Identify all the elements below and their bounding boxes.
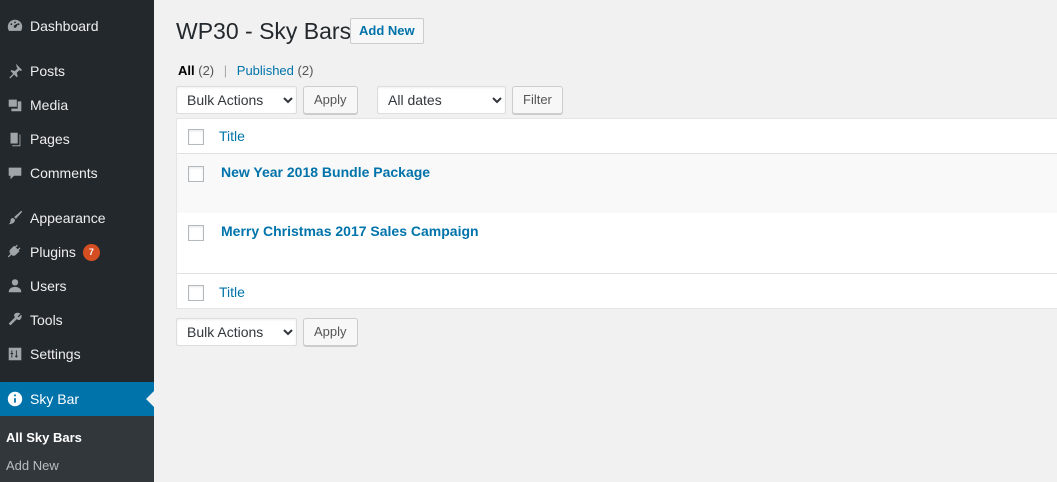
row-checkbox[interactable] <box>188 225 204 241</box>
view-published-link[interactable]: Published <box>237 63 294 78</box>
bulk-actions-select-top[interactable]: Bulk Actions <box>176 86 297 114</box>
table-footer-row: Title <box>177 273 1057 309</box>
menu-item-tools[interactable]: Tools <box>0 305 154 335</box>
filter-button[interactable]: Filter <box>512 86 563 114</box>
apply-button-bottom[interactable]: Apply <box>303 318 358 346</box>
menu-item-dashboard[interactable]: Dashboard <box>0 11 154 41</box>
menu-item-pages[interactable]: Pages <box>0 124 154 154</box>
wrench-icon <box>0 311 30 329</box>
select-all-checkbox-bottom[interactable] <box>188 285 204 301</box>
title-column-header[interactable]: Title <box>219 128 245 144</box>
row-title-link[interactable]: New Year 2018 Bundle Package <box>221 164 430 180</box>
table-header-row: Title <box>177 119 1057 154</box>
select-all-checkbox-top[interactable] <box>188 129 204 145</box>
menu-label: Comments <box>30 165 98 181</box>
menu-label: Dashboard <box>30 18 99 34</box>
bulk-actions-select-bottom[interactable]: Bulk Actions <box>176 318 297 346</box>
menu-label: Pages <box>30 131 70 147</box>
view-separator: | <box>223 63 228 78</box>
menu-item-sky-bar[interactable]: Sky Bar <box>0 382 154 416</box>
menu-label: Users <box>30 278 67 294</box>
menu-label: Plugins <box>30 244 76 260</box>
apply-button-top[interactable]: Apply <box>303 86 358 114</box>
menu-label: Appearance <box>30 210 106 226</box>
menu-item-posts[interactable]: Posts <box>0 56 154 86</box>
plug-icon <box>0 243 30 261</box>
settings-icon <box>0 345 30 363</box>
post-status-views: All (2) | Published (2) <box>178 63 313 78</box>
date-filter-select[interactable]: All dates <box>377 86 506 114</box>
paintbrush-icon <box>0 209 30 227</box>
posts-list-table: Title New Year 2018 Bundle Package Merry… <box>176 118 1057 309</box>
admin-sidebar: Dashboard Posts Media Pages Comments App… <box>0 0 154 482</box>
menu-item-plugins[interactable]: Plugins 7 <box>0 237 154 267</box>
menu-item-settings[interactable]: Settings <box>0 339 154 369</box>
view-published-count: (2) <box>297 63 314 78</box>
plugins-update-badge: 7 <box>82 243 100 261</box>
add-new-button[interactable]: Add New <box>350 18 424 44</box>
menu-item-media[interactable]: Media <box>0 90 154 120</box>
main-content: WP30 - Sky Bars Add New All (2) | Publis… <box>176 0 1057 482</box>
menu-label: Settings <box>30 346 81 362</box>
info-icon <box>0 390 30 408</box>
pin-icon <box>0 62 30 80</box>
submenu-all-sky-bars[interactable]: All Sky Bars <box>6 430 82 445</box>
user-icon <box>0 277 30 295</box>
pages-icon <box>0 130 30 148</box>
current-menu-arrow <box>146 391 154 407</box>
menu-label: Posts <box>30 63 66 79</box>
sky-bar-submenu: All Sky Bars Add New <box>0 416 154 482</box>
comment-icon <box>0 164 30 182</box>
view-all-count: (2) <box>198 63 215 78</box>
dashboard-icon <box>0 17 30 35</box>
menu-item-comments[interactable]: Comments <box>0 158 154 188</box>
media-icon <box>0 96 30 114</box>
menu-label: Tools <box>30 312 63 328</box>
menu-label: Sky Bar <box>30 391 80 407</box>
page-title: WP30 - Sky Bars <box>176 18 352 44</box>
title-column-footer[interactable]: Title <box>219 284 245 300</box>
menu-item-appearance[interactable]: Appearance <box>0 203 154 233</box>
view-all-link[interactable]: All <box>178 63 195 78</box>
row-title-link[interactable]: Merry Christmas 2017 Sales Campaign <box>221 223 479 239</box>
table-row: Merry Christmas 2017 Sales Campaign <box>177 213 1057 273</box>
menu-item-users[interactable]: Users <box>0 271 154 301</box>
submenu-add-new[interactable]: Add New <box>6 458 59 473</box>
table-row: New Year 2018 Bundle Package <box>177 154 1057 213</box>
menu-label: Media <box>30 97 69 113</box>
row-checkbox[interactable] <box>188 166 204 182</box>
